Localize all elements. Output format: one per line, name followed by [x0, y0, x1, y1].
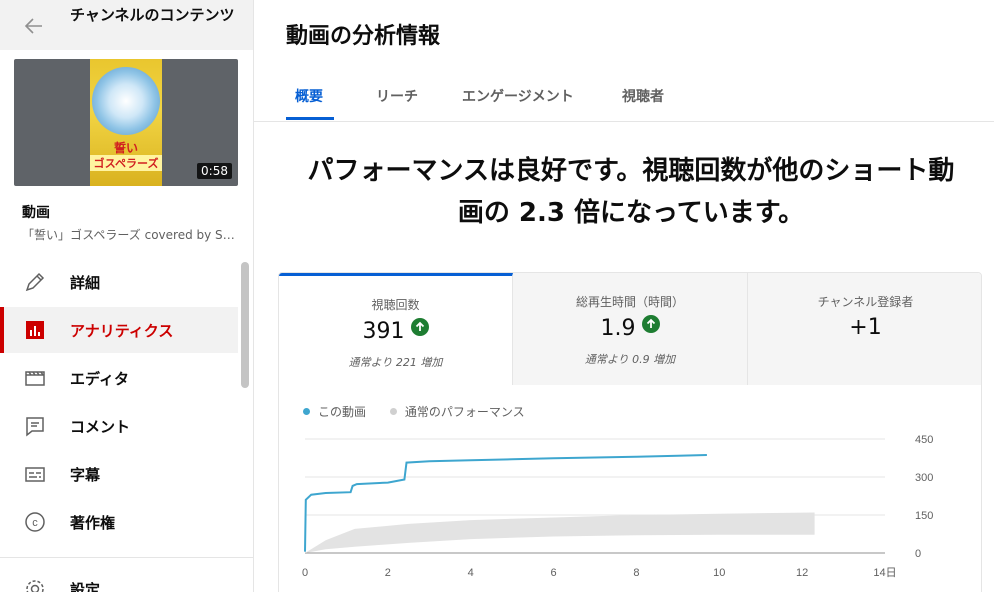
legend-dot: [389, 408, 397, 415]
x-tick-label: 4: [468, 567, 474, 579]
sidebar-item-label: 字幕: [70, 466, 101, 484]
x-tick-label: 8: [633, 567, 639, 579]
back-arrow-icon[interactable]: [22, 14, 46, 38]
sidebar-item-subtitles[interactable]: 字幕: [0, 451, 238, 497]
sidebar-item-label: コメント: [70, 418, 131, 436]
legend-item-this-video[interactable]: この動画: [303, 403, 366, 420]
sidebar-item-analytics[interactable]: アナリティクス: [0, 307, 238, 353]
headline-line-2: 画の 2.3 倍になっています。: [457, 198, 805, 228]
sidebar-item-label: 詳細: [70, 274, 101, 292]
y-tick-label: 300: [915, 472, 933, 484]
sidebar-item-editor[interactable]: エディタ: [0, 355, 238, 401]
tab-engagement[interactable]: エンゲージメント: [462, 86, 574, 122]
copyright-icon: c: [25, 512, 45, 532]
sidebar-item-label: 設定: [70, 581, 101, 592]
tab-reach[interactable]: リーチ: [376, 86, 418, 122]
metric-comparison: 通常より 221 増加: [348, 356, 443, 369]
thumbnail-text-1: 誓い: [113, 141, 138, 155]
x-tick-label: 0: [302, 567, 308, 579]
sidebar-item-details[interactable]: 詳細: [0, 259, 238, 305]
active-tab-indicator: [286, 117, 334, 120]
sidebar-title: チャンネルのコンテンツ: [70, 6, 235, 24]
legend-item-typical[interactable]: 通常のパフォーマンス: [389, 403, 525, 420]
y-tick-label: 0: [915, 548, 921, 560]
subtitles-icon: [25, 467, 45, 482]
sidebar-item-settings[interactable]: 設定: [0, 566, 238, 592]
metric-label: 視聴回数: [371, 298, 420, 312]
x-tick-label: 10: [713, 567, 725, 579]
metric-comparison: 通常より 0.9 増加: [584, 353, 676, 366]
video-thumbnail[interactable]: 誓い ゴスペラーズ 0:58: [14, 59, 238, 186]
performance-headline: パフォーマンスは良好です。視聴回数が他のショート動 画の 2.3 倍になっていま…: [276, 150, 986, 234]
sidebar: チャンネルのコンテンツ 誓い ゴスペラーズ 0:58 動画 「誓い」ゴスペラーズ…: [0, 0, 254, 592]
svg-text:c: c: [32, 517, 38, 529]
metric-value: 391: [362, 319, 405, 344]
x-tick-label: 2: [385, 567, 391, 579]
chart-legend: この動画 通常のパフォーマンス: [303, 403, 545, 420]
sidebar-item-label: エディタ: [70, 370, 129, 388]
thumbnail-text-2: ゴスペラーズ: [90, 155, 162, 171]
page-title: 動画の分析情報: [286, 24, 441, 49]
analytics-card: 視聴回数 391 通常より 221 増加 総再生時間（時間） 1.9 通常より …: [278, 272, 982, 592]
x-tick-label: 14日: [873, 567, 896, 579]
metric-label: チャンネル登録者: [817, 295, 914, 309]
sidebar-item-label: 著作権: [70, 514, 116, 532]
metric-label: 総再生時間（時間）: [575, 295, 684, 309]
metric-value-row: 1.9: [513, 315, 747, 341]
sidebar-divider: [0, 557, 253, 558]
legend-label: 通常のパフォーマンス: [404, 405, 525, 419]
video-duration: 0:58: [197, 163, 232, 179]
metric-value-row: 391: [279, 318, 512, 344]
metric-watch-time[interactable]: 総再生時間（時間） 1.9 通常より 0.9 増加: [513, 273, 748, 385]
sidebar-item-comments[interactable]: コメント: [0, 403, 238, 449]
editor-icon: [25, 371, 45, 386]
sidebar-item-copyright[interactable]: c 著作権: [0, 499, 238, 545]
tab-divider: [254, 121, 994, 122]
sidebar-scrollbar[interactable]: [241, 262, 249, 388]
metric-value-row: +1: [748, 315, 981, 340]
views-line-chart: 0 150 300 450 0 2 4 6 8 10 12 14日: [302, 434, 933, 579]
trend-up-icon: [641, 315, 660, 333]
video-label: 動画: [22, 205, 50, 221]
video-title[interactable]: 「誓い」ゴスペラーズ covered by St...: [22, 226, 238, 243]
comment-icon: [26, 417, 44, 437]
sidebar-item-label: アナリティクス: [70, 322, 174, 340]
metric-value: +1: [849, 315, 882, 340]
y-tick-label: 150: [915, 510, 933, 522]
metric-subscribers[interactable]: チャンネル登録者 +1: [748, 273, 981, 385]
gear-icon: [26, 580, 44, 592]
x-tick-label: 12: [796, 567, 808, 579]
legend-dot: [303, 408, 310, 415]
trend-up-icon: [410, 318, 429, 336]
sidebar-header: チャンネルのコンテンツ: [0, 0, 253, 50]
pencil-icon: [25, 272, 45, 292]
tab-audience[interactable]: 視聴者: [622, 86, 664, 122]
metric-value: 1.9: [600, 316, 636, 341]
metric-views[interactable]: 視聴回数 391 通常より 221 増加: [279, 273, 513, 385]
series-typical-band: [305, 512, 815, 553]
thumbnail-artwork: 誓い ゴスペラーズ: [90, 59, 162, 186]
legend-label: この動画: [318, 405, 367, 419]
headline-line-1: パフォーマンスは良好です。視聴回数が他のショート動: [307, 156, 955, 186]
y-tick-label: 450: [915, 434, 933, 446]
dome-image: [92, 67, 160, 135]
analytics-icon: [26, 321, 44, 339]
x-tick-label: 6: [551, 567, 557, 579]
